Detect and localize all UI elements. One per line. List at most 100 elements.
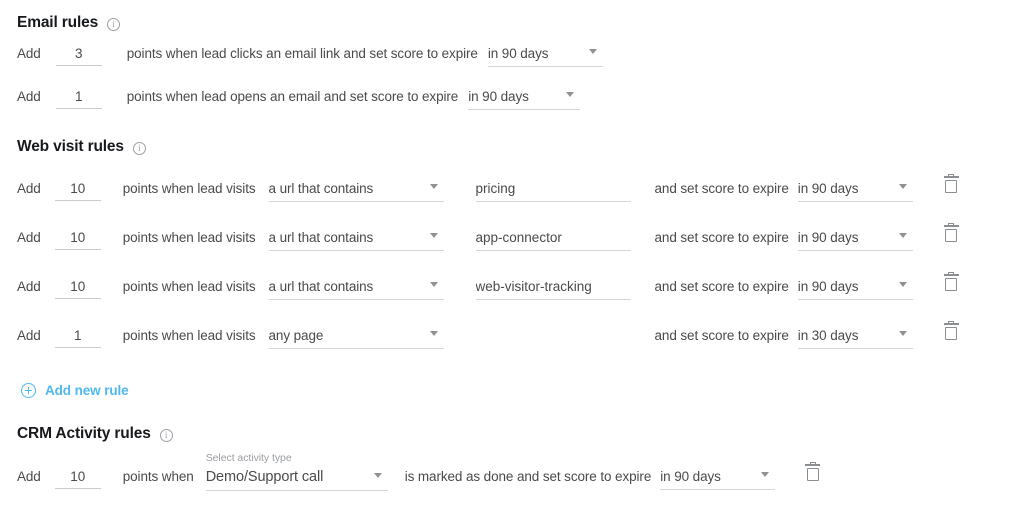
url-condition-value: a url that contains xyxy=(268,181,374,196)
url-condition-value: any page xyxy=(268,328,324,343)
add-new-rule-button[interactable]: Add new rule xyxy=(21,383,129,398)
url-condition-select[interactable]: a url that contains xyxy=(268,230,444,251)
expire-select[interactable]: in 30 days xyxy=(797,328,913,349)
crm-activity-rule-row: Add points when Select activity type Dem… xyxy=(17,452,821,491)
points-input[interactable] xyxy=(54,328,101,348)
trash-body xyxy=(945,228,958,242)
points-input[interactable] xyxy=(55,89,102,109)
info-icon[interactable] xyxy=(107,17,121,31)
trash-lid xyxy=(943,274,959,276)
web-visit-rule-row: Add points when lead visits a url that c… xyxy=(17,271,959,300)
url-condition-value: a url that contains xyxy=(268,279,374,294)
info-icon[interactable] xyxy=(132,141,146,155)
section-title: CRM Activity rules xyxy=(17,425,151,442)
chevron-down-icon xyxy=(898,282,907,287)
rule-description: points when lead visits xyxy=(122,181,256,196)
info-icon[interactable] xyxy=(159,428,173,442)
trash-lid xyxy=(805,464,821,466)
chevron-down-icon xyxy=(566,92,575,97)
add-new-rule-label: Add new rule xyxy=(45,383,129,398)
points-input[interactable] xyxy=(54,181,101,201)
url-value-input[interactable] xyxy=(475,230,631,251)
delete-rule-button[interactable] xyxy=(943,320,959,340)
expire-select[interactable]: in 90 days xyxy=(660,469,776,490)
rule-description: points when lead clicks an email link an… xyxy=(126,46,478,61)
chevron-down-icon xyxy=(429,282,438,287)
trash-lid xyxy=(943,176,959,178)
email-rule-row: Add points when lead clicks an email lin… xyxy=(17,46,603,67)
section-title: Web visit rules xyxy=(17,138,124,155)
trash-lid xyxy=(943,225,959,227)
expire-label: and set score to expire xyxy=(654,328,789,343)
add-label: Add xyxy=(17,230,41,245)
trash-body xyxy=(945,326,958,340)
web-visit-rule-row: Add points when lead visits a url that c… xyxy=(17,222,959,251)
expire-value: in 30 days xyxy=(797,328,859,343)
chevron-down-icon xyxy=(373,472,382,478)
expire-value: in 90 days xyxy=(660,469,721,484)
chevron-down-icon xyxy=(898,233,907,238)
chevron-down-icon xyxy=(429,233,438,238)
web-visit-rule-row: Add points when lead visits a url that c… xyxy=(17,173,959,202)
add-label: Add xyxy=(17,46,41,61)
rule-description: points when xyxy=(122,469,194,484)
expire-value: in 90 days xyxy=(487,46,549,61)
chevron-down-icon xyxy=(429,331,438,336)
delete-rule-button[interactable] xyxy=(943,271,959,291)
expire-select[interactable]: in 90 days xyxy=(797,279,913,300)
chevron-down-icon xyxy=(761,472,770,477)
expire-select[interactable]: in 90 days xyxy=(797,230,913,251)
add-label: Add xyxy=(17,469,41,484)
add-label: Add xyxy=(17,328,41,343)
url-value-input[interactable] xyxy=(475,181,631,202)
expire-value: in 90 days xyxy=(797,279,859,294)
trash-body xyxy=(806,467,819,481)
activity-type-label: Select activity type xyxy=(205,452,292,464)
url-condition-select[interactable]: a url that contains xyxy=(268,181,444,202)
expire-value: in 90 days xyxy=(797,181,859,196)
activity-type-select[interactable]: Select activity type Demo/Support call xyxy=(205,452,388,491)
points-input[interactable] xyxy=(54,469,101,489)
expire-value: in 90 days xyxy=(797,230,859,245)
chevron-down-icon xyxy=(429,184,438,189)
trash-body xyxy=(945,277,958,291)
points-input[interactable] xyxy=(54,230,101,250)
rule-description: points when lead visits xyxy=(122,230,256,245)
web-visit-rule-row: Add points when lead visits any page and… xyxy=(17,320,959,349)
rule-description: points when lead visits xyxy=(122,279,256,294)
crm-activity-rules-heading: CRM Activity rules xyxy=(17,425,173,443)
plus-circle-icon xyxy=(21,383,36,398)
expire-select[interactable]: in 90 days xyxy=(487,46,603,67)
activity-type-value: Demo/Support call xyxy=(205,469,324,485)
url-condition-value: a url that contains xyxy=(268,230,374,245)
chevron-down-icon xyxy=(588,49,597,54)
url-value-input[interactable] xyxy=(475,279,631,300)
expire-select[interactable]: in 90 days xyxy=(797,181,913,202)
points-input[interactable] xyxy=(54,279,101,299)
add-label: Add xyxy=(17,181,41,196)
chevron-down-icon xyxy=(898,331,907,336)
trash-body xyxy=(945,179,958,193)
page-title: Email rules xyxy=(17,14,99,31)
email-rule-row: Add points when lead opens an email and … xyxy=(17,89,581,110)
add-label: Add xyxy=(17,89,41,104)
expire-value: in 90 days xyxy=(468,89,529,104)
lead-scoring-rules-page: Email rules Add points when lead clicks … xyxy=(0,0,1024,512)
expire-select[interactable]: in 90 days xyxy=(468,89,581,110)
url-condition-select[interactable]: a url that contains xyxy=(268,279,444,300)
crm-tail-label: is marked as done and set score to expir… xyxy=(404,469,652,484)
delete-rule-button[interactable] xyxy=(805,461,821,481)
delete-rule-button[interactable] xyxy=(943,173,959,193)
rule-description: points when lead visits xyxy=(122,328,256,343)
delete-rule-button[interactable] xyxy=(943,222,959,242)
rule-description: points when lead opens an email and set … xyxy=(126,89,459,104)
points-input[interactable] xyxy=(55,46,102,66)
expire-label: and set score to expire xyxy=(654,230,789,245)
trash-lid xyxy=(943,323,959,325)
add-label: Add xyxy=(17,279,41,294)
url-condition-select[interactable]: any page xyxy=(268,328,444,349)
expire-label: and set score to expire xyxy=(654,181,789,196)
expire-label: and set score to expire xyxy=(654,279,789,294)
chevron-down-icon xyxy=(898,184,907,189)
email-rules-heading: Email rules xyxy=(17,14,121,32)
